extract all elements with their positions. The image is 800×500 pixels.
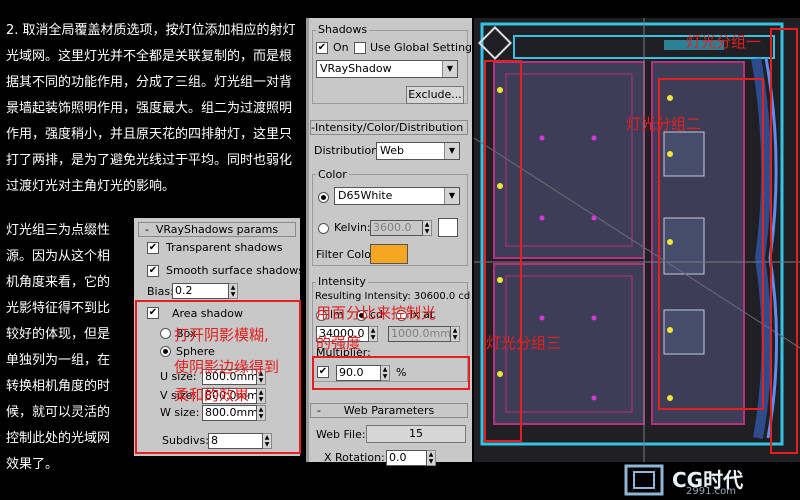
spinner-arrows-icon: ▲ ▼ xyxy=(451,326,460,342)
distribution-value: Web xyxy=(380,144,404,157)
lx-distance-spinner[interactable]: 1000.0mm ▲ ▼ xyxy=(388,326,460,342)
filter-color-swatch[interactable] xyxy=(370,244,408,264)
percent-annotation-line-1: 用百分比来控制光 xyxy=(316,304,437,322)
bias-spinner[interactable]: 0.2 ▲ ▼ xyxy=(172,283,238,299)
group3-annotation: 灯光分组三 xyxy=(486,334,562,352)
vray-shadows-rollout-header[interactable]: - VRayShadows params xyxy=(138,222,296,237)
web-parameters-rollout-header[interactable]: - Web Parameters xyxy=(310,403,468,418)
transparent-shadows-checkbox[interactable]: ✔ xyxy=(147,242,159,254)
cg-site-text: 2991.com xyxy=(686,486,736,497)
shadows-group-title: Shadows xyxy=(316,23,370,36)
lx-distance-value: 1000.0mm xyxy=(388,326,451,342)
intensity-rollout-header[interactable]: - Intensity/Color/Distribution xyxy=(310,120,468,135)
vray-shadows-title: VRayShadows params xyxy=(155,223,279,236)
article-paragraph-1: 2. 取消全局覆盖材质选项，按灯位添加相应的射灯光域网。这里灯光并不全都是关联复… xyxy=(6,23,296,194)
color-preset-value: D65White xyxy=(338,189,393,202)
web-file-label: Web File: xyxy=(316,428,366,441)
use-global-settings-checkbox[interactable] xyxy=(354,42,366,54)
shadow-type-dropdown[interactable]: VRayShadow ▼ xyxy=(316,60,458,78)
kelvin-label: Kelvin: xyxy=(334,221,371,234)
area-annotation-line-1: 打开阴影模糊, xyxy=(174,326,269,344)
spinner-arrows-icon: ▲ ▼ xyxy=(423,220,432,236)
smooth-surface-shadows-checkbox[interactable]: ✔ xyxy=(147,265,159,277)
chevron-down-icon: ▼ xyxy=(442,61,457,77)
distribution-dropdown[interactable]: Web ▼ xyxy=(376,142,460,160)
shadows-on-label: On xyxy=(333,41,349,54)
spinner-arrows-icon: ▲ ▼ xyxy=(427,450,436,466)
spinner-arrows-icon: ▲ ▼ xyxy=(369,326,378,342)
panel-scrollbar[interactable] xyxy=(306,18,309,462)
chevron-down-icon: ▼ xyxy=(444,143,459,159)
web-file-button[interactable]: 15 xyxy=(366,425,466,443)
intensity-rollout-title: Intensity/Color/Distribution xyxy=(314,121,464,134)
cg-logo: CG时代 2991.com xyxy=(624,462,800,500)
exclude-button[interactable]: Exclude... xyxy=(406,86,464,104)
group2-annotation: 灯光分组二 xyxy=(626,115,702,133)
group1-highlight-box xyxy=(770,28,798,454)
transparent-shadows-label: Transparent shadows xyxy=(166,241,283,254)
intensity-group-title: Intensity xyxy=(316,275,368,288)
bias-label: Bias: xyxy=(147,285,174,298)
resulting-intensity: Resulting Intensity: 30600.0 cd xyxy=(315,291,471,302)
kelvin-radio[interactable] xyxy=(318,223,329,234)
kelvin-value: 3600.0 xyxy=(370,220,423,236)
multiplier-highlight-box xyxy=(312,356,470,390)
group1-annotation: 灯光分组一 xyxy=(686,33,762,51)
percent-annotation-line-2: 的强度 xyxy=(316,334,362,352)
x-rotation-value: 0.0 xyxy=(386,450,427,466)
light-modify-panel: Shadows ✔ On Use Global Settings VRaySha… xyxy=(306,18,478,466)
group3-highlight-box xyxy=(484,60,522,442)
shadows-on-checkbox[interactable]: ✔ xyxy=(316,42,328,54)
collapse-icon: - xyxy=(145,223,149,236)
x-rotation-label: X Rotation: xyxy=(324,451,385,464)
kelvin-spinner[interactable]: 3600.0 ▲ ▼ xyxy=(370,220,432,236)
chevron-down-icon: ▼ xyxy=(444,188,459,204)
spinner-arrows-icon: ▲ ▼ xyxy=(229,283,238,299)
web-parameters-title: Web Parameters xyxy=(343,404,435,417)
kelvin-color-swatch[interactable] xyxy=(438,218,458,237)
collapse-icon: - xyxy=(317,404,321,417)
use-global-settings-label: Use Global Settings xyxy=(370,41,478,54)
bias-value: 0.2 xyxy=(172,283,229,299)
color-group-title: Color xyxy=(316,168,349,181)
distribution-label: Distribution: xyxy=(314,144,382,157)
area-shadow-highlight-box xyxy=(135,300,301,454)
shadow-type-value: VRayShadow xyxy=(320,62,392,75)
area-annotation-line-2: 使阴影边缘得到 xyxy=(174,358,280,376)
area-annotation-line-3: 柔和的效果 xyxy=(174,386,250,404)
article-paragraph-2-top: 灯光组三为点缀性 xyxy=(6,223,111,238)
color-preset-radio[interactable] xyxy=(318,192,329,203)
color-preset-dropdown[interactable]: D65White ▼ xyxy=(334,187,460,205)
article-text: 2. 取消全局覆盖材质选项，按灯位添加相应的射灯光域网。这里灯光并不全都是关联复… xyxy=(6,18,298,200)
x-rotation-spinner[interactable]: 0.0 ▲ ▼ xyxy=(386,450,436,466)
smooth-surface-shadows-label: Smooth surface shadows xyxy=(166,264,304,277)
cg-logo-icon xyxy=(624,464,664,496)
article-paragraph-2-rest: 源。因为从这个相机角度来看，它的光影特征得不到比较好的体现，但是单独列为一组，在… xyxy=(6,249,111,472)
